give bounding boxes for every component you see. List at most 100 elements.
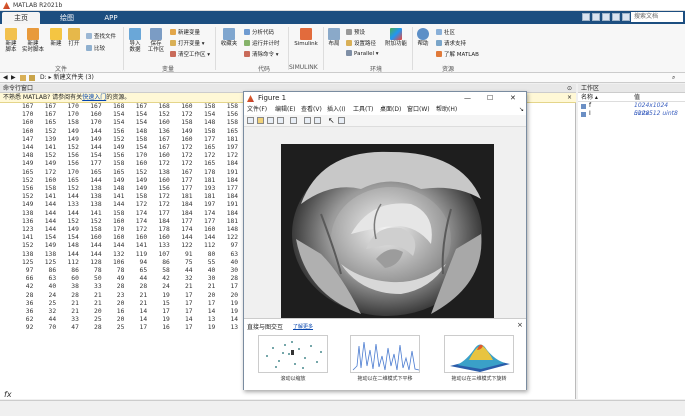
- path-text[interactable]: D: ▸ 新建文件夹 (3): [40, 73, 94, 83]
- save-icon[interactable]: [267, 117, 274, 124]
- menu-file[interactable]: 文件(F): [247, 105, 267, 115]
- folder-up-icon[interactable]: [20, 75, 26, 81]
- prompt-fx-icon[interactable]: fx: [4, 390, 12, 399]
- import-data-button[interactable]: 导入 数据: [126, 28, 144, 53]
- open-variable-button[interactable]: 打开变量 ▾: [170, 39, 205, 47]
- pan-thumbnail: [350, 335, 420, 373]
- notice-prefix: 不熟悉 MATLAB? 请参阅有关: [3, 94, 83, 101]
- save-workspace-button[interactable]: 保存 工作区: [146, 28, 166, 53]
- community-label: 社区: [444, 30, 456, 36]
- col-name-header[interactable]: 名称 ▴: [581, 93, 598, 102]
- addons-button[interactable]: 附加功能: [384, 28, 408, 47]
- search-documentation-input[interactable]: 搜索文档: [631, 12, 683, 22]
- group-label-resources: 资源: [442, 66, 455, 73]
- minimize-icon[interactable]: —: [464, 92, 471, 105]
- addons-icon: [390, 28, 402, 40]
- help-icon: [417, 28, 429, 40]
- menu-tools[interactable]: 工具(T): [353, 105, 373, 115]
- back-icon[interactable]: ◀: [3, 73, 8, 83]
- preferences-button[interactable]: 预设: [346, 28, 365, 36]
- help-icon[interactable]: [622, 13, 630, 21]
- menu-edit[interactable]: 编辑(E): [275, 105, 295, 115]
- community-button[interactable]: 社区: [436, 28, 455, 36]
- workspace-row[interactable]: I 512x512 uint8: [578, 110, 685, 118]
- learn-matlab-button[interactable]: 了解 MATLAB: [436, 50, 479, 58]
- forward-icon[interactable]: ▶: [11, 73, 16, 83]
- close-icon[interactable]: ✕: [510, 92, 516, 105]
- toolstrip-ribbon: 新建 脚本 新建 实时脚本 新建 打开 查找文件 比较 文件 导入 数据 保存 …: [0, 24, 685, 73]
- clear-commands-button[interactable]: 清除命令 ▾: [244, 50, 279, 58]
- tab-apps[interactable]: APP: [92, 12, 130, 24]
- thumb-caption: 拖动以在三维模式下旋转: [451, 376, 507, 382]
- browse-folder-icon[interactable]: [29, 75, 35, 81]
- help-button[interactable]: 帮助: [415, 28, 431, 47]
- import-data-icon: [129, 28, 141, 40]
- layout-button[interactable]: 布局: [326, 28, 342, 47]
- close-icon[interactable]: ×: [517, 321, 523, 329]
- zoom-thumbnail: [258, 335, 328, 373]
- menu-desktop[interactable]: 桌面(D): [380, 105, 401, 115]
- pointer-icon[interactable]: ↖: [328, 116, 335, 125]
- analyze-code-button[interactable]: 分析代码: [244, 28, 274, 36]
- tab-plots[interactable]: 绘图: [48, 12, 86, 24]
- set-path-button[interactable]: 设置路径: [346, 39, 376, 47]
- find-files-label: 查找文件: [94, 34, 117, 40]
- community-icon: [436, 29, 442, 35]
- open-button[interactable]: 打开: [66, 28, 82, 47]
- run-and-time-button[interactable]: 运行并计时: [244, 39, 280, 47]
- workspace-panel: 工作区 名称 ▴ 值 f 1024x1024 uint8 I 512x512 u…: [578, 84, 685, 399]
- gear-icon: [346, 29, 352, 35]
- new-script-button[interactable]: 新建 脚本: [3, 28, 19, 53]
- parallel-button[interactable]: Parallel ▾: [346, 50, 379, 57]
- new-figure-icon[interactable]: [247, 117, 254, 124]
- new-variable-button[interactable]: 新建变量: [170, 28, 200, 36]
- workspace-row[interactable]: f 1024x1024 uint8: [578, 102, 685, 117]
- request-support-button[interactable]: 请求支持: [436, 39, 466, 47]
- close-icon[interactable]: ×: [567, 93, 572, 103]
- preferences-label: 预设: [354, 30, 366, 36]
- maximize-icon[interactable]: ☐: [487, 92, 493, 105]
- colorbar-icon[interactable]: [304, 117, 311, 124]
- menu-view[interactable]: 查看(V): [301, 105, 322, 115]
- simulink-button[interactable]: Simulink: [292, 28, 320, 47]
- legend-icon[interactable]: [314, 117, 321, 124]
- compare-button[interactable]: 比较: [86, 44, 105, 52]
- quick-start-link[interactable]: 快速入门: [82, 94, 106, 101]
- group-label-variable: 变量: [162, 66, 175, 73]
- print-icon[interactable]: [277, 117, 284, 124]
- copy-icon[interactable]: [602, 13, 610, 21]
- col-value-header[interactable]: 值: [634, 93, 640, 102]
- rotate-thumbnail: [444, 335, 514, 373]
- clear-workspace-button[interactable]: 清空工作区 ▾: [170, 50, 210, 58]
- figure-title: Figure 1: [258, 94, 287, 102]
- menu-help[interactable]: 帮助(H): [436, 105, 457, 115]
- variable-name: f: [589, 102, 592, 109]
- menu-window[interactable]: 窗口(W): [407, 105, 430, 115]
- run-and-time-icon: [244, 40, 250, 46]
- new-live-script-button[interactable]: 新建 实时脚本: [22, 28, 44, 53]
- favorites-button[interactable]: 收藏夹: [219, 28, 239, 47]
- learn-more-link[interactable]: 了解更多: [293, 323, 313, 330]
- search-icon[interactable]: ⌕: [672, 73, 675, 83]
- find-files-button[interactable]: 查找文件: [86, 32, 116, 40]
- edit-plot-icon[interactable]: [338, 117, 345, 124]
- panel-actions-icon[interactable]: ⊙: [567, 84, 572, 93]
- dock-icon[interactable]: ↘: [519, 105, 524, 115]
- workspace-header: 工作区: [578, 84, 685, 93]
- tab-home[interactable]: 主页: [2, 12, 40, 24]
- figure-menubar: 文件(F) 编辑(E) 查看(V) 插入(I) 工具(T) 桌面(D) 窗口(W…: [244, 105, 526, 115]
- new-button[interactable]: 新建: [48, 28, 64, 47]
- menu-insert[interactable]: 插入(I): [327, 105, 345, 115]
- divider: [412, 27, 413, 70]
- divider: [215, 27, 216, 70]
- request-support-icon: [436, 40, 442, 46]
- open-variable-label: 打开变量 ▾: [178, 41, 205, 47]
- save-workspace-label: 保存 工作区: [147, 41, 165, 53]
- interaction-help-panel: 直接与图交互 了解更多 × 滚动以缩放 拖动以在二维模式下平移 拖动以在三维模式…: [244, 318, 526, 390]
- save-icon[interactable]: [582, 13, 590, 21]
- cut-icon[interactable]: [592, 13, 600, 21]
- link-plot-icon[interactable]: [290, 117, 297, 124]
- open-file-icon[interactable]: [257, 117, 264, 124]
- paste-icon[interactable]: [612, 13, 620, 21]
- image-axes[interactable]: [281, 144, 494, 318]
